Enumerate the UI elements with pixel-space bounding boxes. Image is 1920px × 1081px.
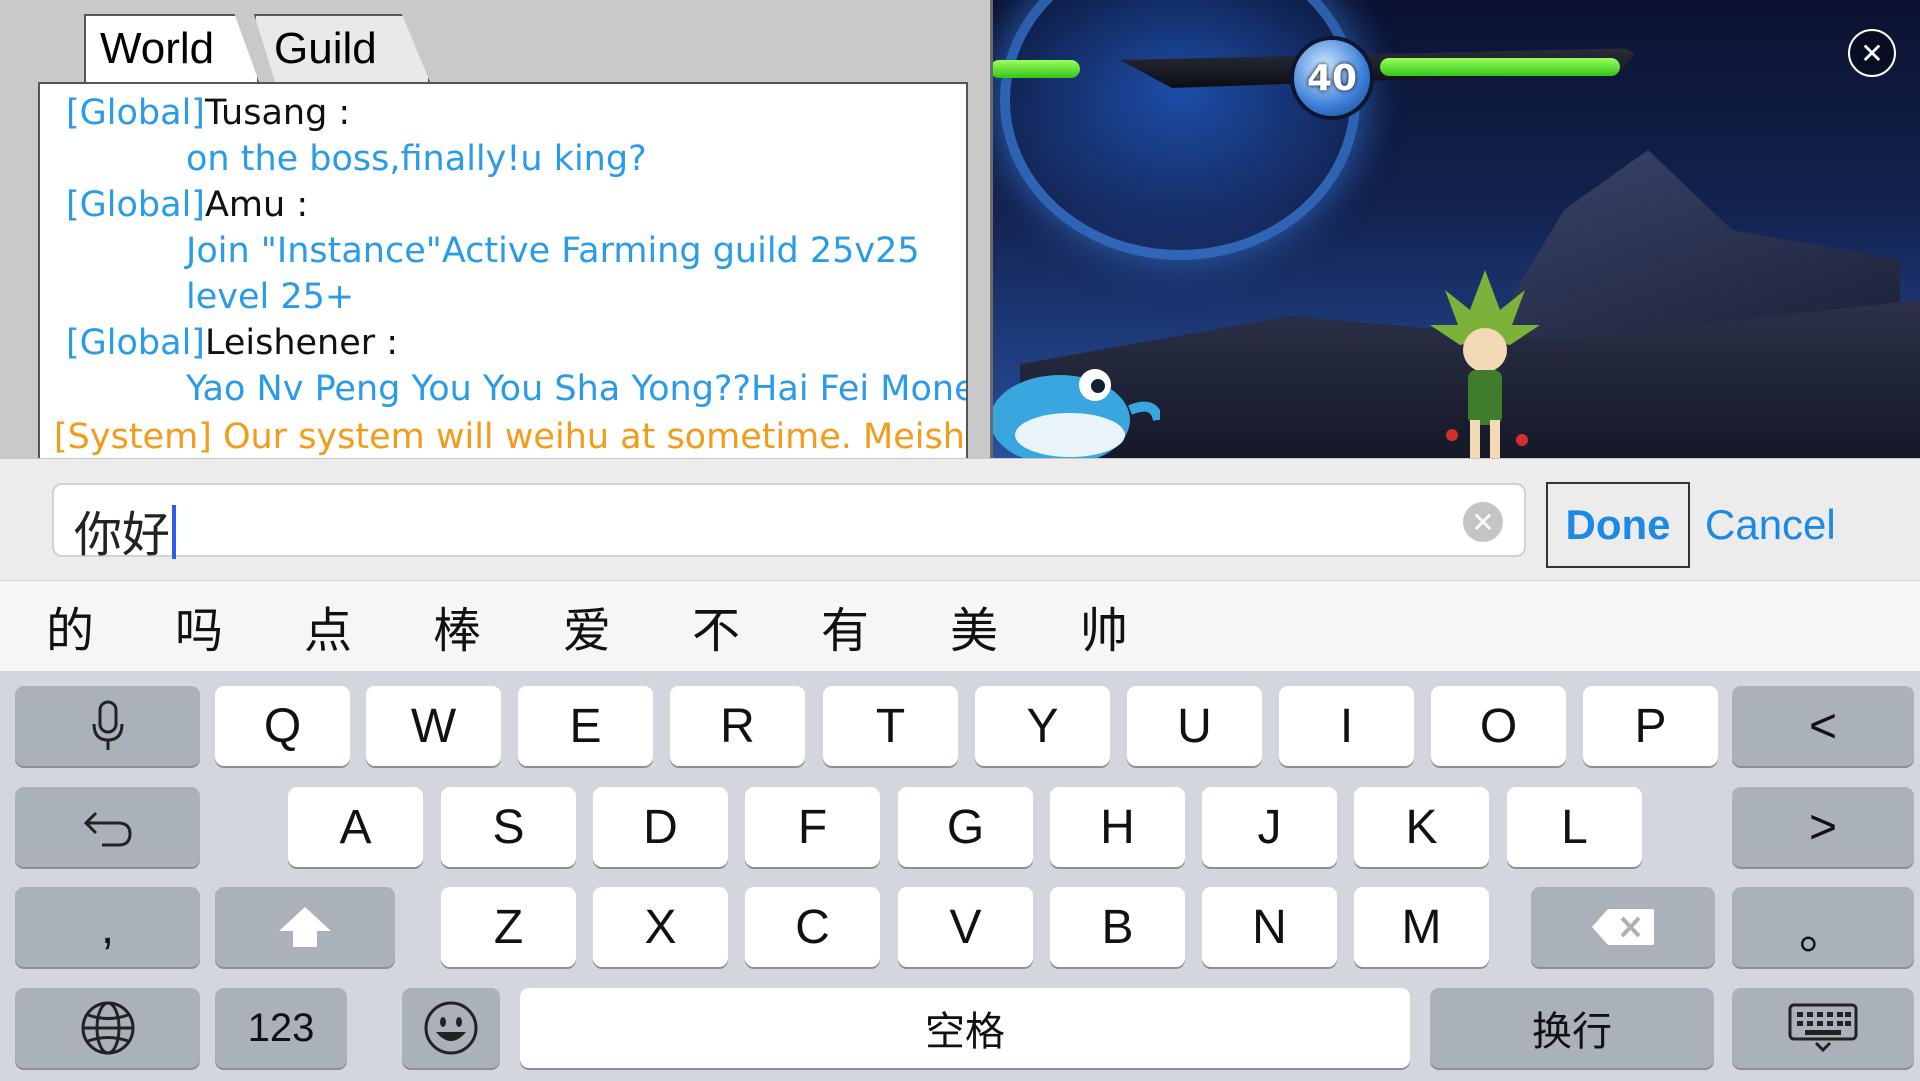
dismiss-keyboard-key[interactable] bbox=[1732, 988, 1914, 1068]
comma-key[interactable]: , bbox=[15, 887, 200, 967]
boss-health-bar bbox=[1380, 58, 1620, 76]
close-chat-button[interactable]: ✕ bbox=[1848, 29, 1896, 77]
sender-name: Amu : bbox=[204, 185, 309, 225]
key-w[interactable]: W bbox=[366, 686, 501, 766]
return-key[interactable]: 换行 bbox=[1430, 988, 1714, 1068]
key-t[interactable]: T bbox=[823, 686, 958, 766]
player-health-bar bbox=[990, 60, 1080, 78]
key-d[interactable]: D bbox=[593, 787, 728, 867]
close-icon: ✕ bbox=[1860, 36, 1884, 70]
key-l[interactable]: L bbox=[1507, 787, 1642, 867]
key-k[interactable]: K bbox=[1354, 787, 1489, 867]
candidate-bar: 的 吗 点 棒 爱 不 有 美 帅 bbox=[0, 580, 1920, 672]
candidate-word[interactable]: 点 bbox=[283, 591, 373, 661]
keyboard-dismiss-icon bbox=[1788, 1003, 1858, 1053]
key-s[interactable]: S bbox=[441, 787, 576, 867]
emoji-key[interactable] bbox=[402, 988, 500, 1068]
undo-key[interactable] bbox=[15, 787, 200, 867]
chat-message-header: [Global]Amu : bbox=[66, 182, 308, 228]
text-caret bbox=[172, 505, 177, 559]
globe-key[interactable] bbox=[15, 988, 200, 1068]
key-u[interactable]: U bbox=[1127, 686, 1262, 766]
chat-text-input[interactable]: 你好 bbox=[52, 483, 1526, 563]
cursor-right-key[interactable]: > bbox=[1732, 787, 1914, 867]
shift-key[interactable] bbox=[215, 887, 395, 967]
space-key[interactable]: 空格 bbox=[520, 988, 1410, 1068]
channel-tag: [Global] bbox=[66, 93, 205, 133]
key-e[interactable]: E bbox=[518, 686, 653, 766]
period-key[interactable]: 。 bbox=[1732, 887, 1914, 967]
candidate-word[interactable]: 帅 bbox=[1059, 591, 1149, 661]
chat-message-header: [Global]Tusang : bbox=[66, 90, 350, 136]
globe-icon bbox=[81, 1001, 134, 1055]
candidate-word[interactable]: 有 bbox=[800, 591, 890, 661]
candidate-word[interactable]: 吗 bbox=[154, 591, 244, 661]
clear-input-button[interactable]: ✕ bbox=[1463, 502, 1503, 542]
delete-icon bbox=[1592, 909, 1654, 945]
chat-panel: World Guild [Global]Tusang : on the boss… bbox=[0, 0, 993, 458]
key-r[interactable]: R bbox=[670, 686, 805, 766]
key-m[interactable]: M bbox=[1354, 887, 1489, 967]
chat-message-body: on the boss,finally!u king? bbox=[186, 139, 647, 179]
microphone-key[interactable] bbox=[15, 686, 200, 766]
cursor-left-key[interactable]: < bbox=[1732, 686, 1914, 766]
tab-guild[interactable]: Guild bbox=[254, 14, 430, 82]
undo-icon bbox=[83, 811, 132, 847]
keyboard: Q W E R T Y U I O P < A S D F G H J K L … bbox=[0, 671, 1920, 1081]
key-x[interactable]: X bbox=[593, 887, 728, 967]
shift-icon bbox=[279, 907, 331, 947]
key-a[interactable]: A bbox=[288, 787, 423, 867]
chat-message-body: Join "Instance"Active Farming guild 25v2… bbox=[186, 231, 920, 317]
candidate-word[interactable]: 爱 bbox=[542, 591, 632, 661]
candidate-word[interactable]: 美 bbox=[929, 591, 1019, 661]
key-z[interactable]: Z bbox=[441, 887, 576, 967]
key-j[interactable]: J bbox=[1202, 787, 1337, 867]
numbers-key[interactable]: 123 bbox=[215, 988, 347, 1068]
emoji-icon bbox=[424, 1001, 478, 1055]
chat-log[interactable]: [Global]Tusang : on the boss,finally!u k… bbox=[38, 82, 968, 458]
key-i[interactable]: I bbox=[1279, 686, 1414, 766]
key-o[interactable]: O bbox=[1431, 686, 1566, 766]
clear-icon: ✕ bbox=[1471, 505, 1495, 539]
done-button[interactable]: Done bbox=[1546, 482, 1690, 568]
candidate-word[interactable]: 的 bbox=[25, 591, 115, 661]
key-f[interactable]: F bbox=[745, 787, 880, 867]
plant-character bbox=[1430, 270, 1540, 458]
key-n[interactable]: N bbox=[1202, 887, 1337, 967]
key-c[interactable]: C bbox=[745, 887, 880, 967]
magic-ring bbox=[1000, 0, 1360, 260]
key-g[interactable]: G bbox=[898, 787, 1033, 867]
key-v[interactable]: V bbox=[898, 887, 1033, 967]
cancel-button[interactable]: Cancel bbox=[1705, 482, 1865, 568]
key-h[interactable]: H bbox=[1050, 787, 1185, 867]
chat-message-body: Yao Nv Peng You You Sha Yong??Hai Fei Mo… bbox=[186, 369, 968, 409]
system-message: [System] Our system will weihu at someti… bbox=[54, 417, 968, 457]
key-p[interactable]: P bbox=[1583, 686, 1718, 766]
key-y[interactable]: Y bbox=[975, 686, 1110, 766]
channel-tag: [Global] bbox=[66, 185, 205, 225]
frog-creature bbox=[990, 369, 1160, 458]
candidate-word[interactable]: 棒 bbox=[412, 591, 502, 661]
channel-tag: [Global] bbox=[66, 323, 205, 363]
sender-name: Tusang : bbox=[204, 93, 351, 133]
microphone-icon bbox=[92, 700, 123, 750]
chat-message-header: [Global]Leishener : bbox=[66, 320, 398, 366]
sender-name: Leishener : bbox=[204, 323, 399, 363]
tab-world[interactable]: World bbox=[84, 14, 259, 82]
key-b[interactable]: B bbox=[1050, 887, 1185, 967]
key-q[interactable]: Q bbox=[215, 686, 350, 766]
input-value: 你好 bbox=[74, 495, 177, 565]
level-badge: 40 bbox=[1290, 36, 1374, 120]
delete-key[interactable] bbox=[1531, 887, 1715, 967]
candidate-word[interactable]: 不 bbox=[671, 591, 761, 661]
